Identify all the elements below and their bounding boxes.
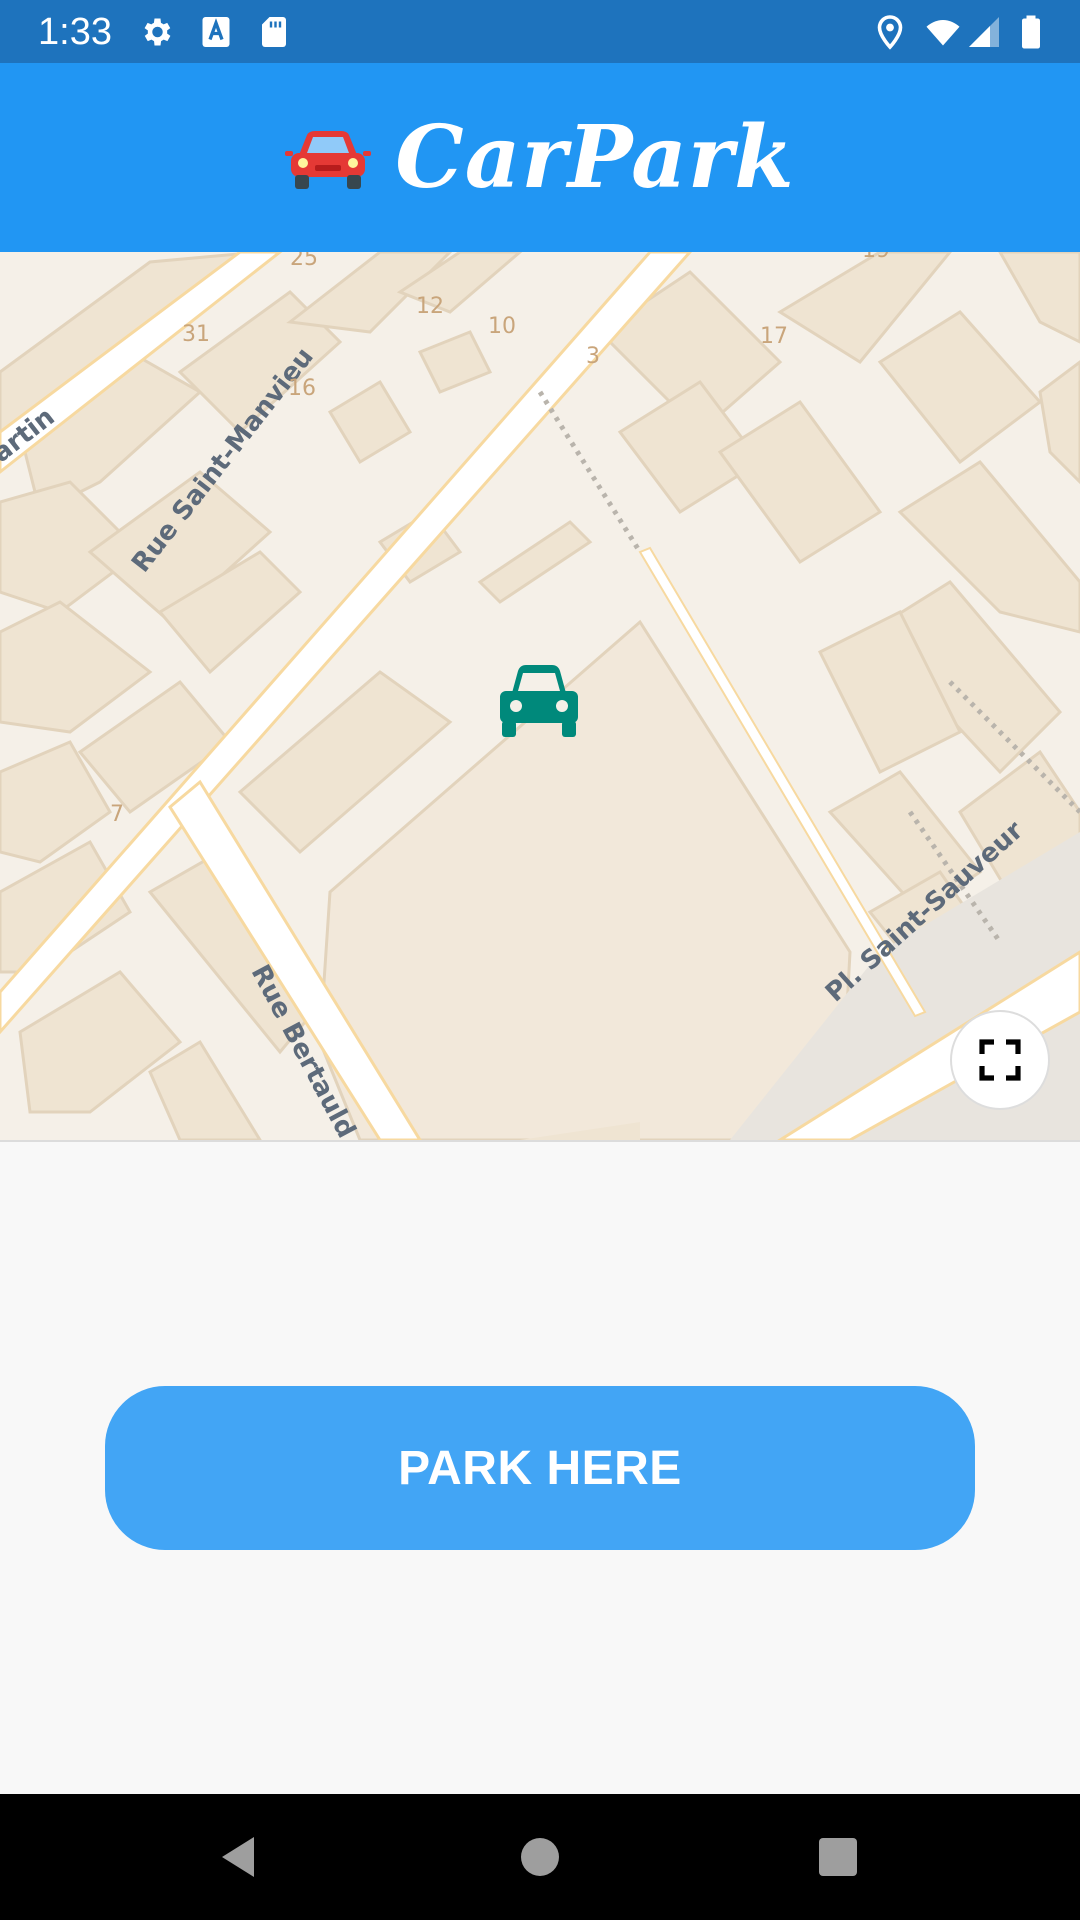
house-number: 25 [290,252,318,271]
fullscreen-icon [976,1036,1024,1084]
app-title-group: CarPark [285,107,794,208]
house-number: 17 [760,324,788,349]
map-divider [0,1140,1080,1142]
home-circle-icon[interactable] [515,1832,565,1882]
park-here-button[interactable]: PARK HERE [105,1386,975,1550]
car-icon[interactable] [498,663,580,737]
app-bar: CarPark [0,63,1080,252]
house-number: 3 [586,344,600,369]
house-number: 12 [416,294,444,319]
gear-icon [138,14,174,50]
signal-icon [966,14,1002,50]
back-triangle-icon[interactable] [214,1832,264,1882]
wifi-icon [922,14,964,50]
recents-square-icon[interactable] [813,1832,863,1882]
house-number: 7 [110,802,124,827]
house-number: 10 [488,314,516,339]
house-number: 31 [182,322,210,347]
fullscreen-button[interactable] [950,1010,1050,1110]
status-bar: 1:33 [0,0,1080,63]
text-a-icon [198,14,234,50]
house-number: 16 [288,376,316,401]
battery-icon [1014,14,1048,50]
house-number: 19 [862,252,890,263]
status-time: 1:33 [38,11,112,53]
sd-card-icon [256,14,292,50]
red-car-emoji-icon [285,125,372,191]
location-pin-icon [872,14,908,50]
navigation-bar [0,1794,1080,1920]
app-title: CarPark [395,107,795,208]
